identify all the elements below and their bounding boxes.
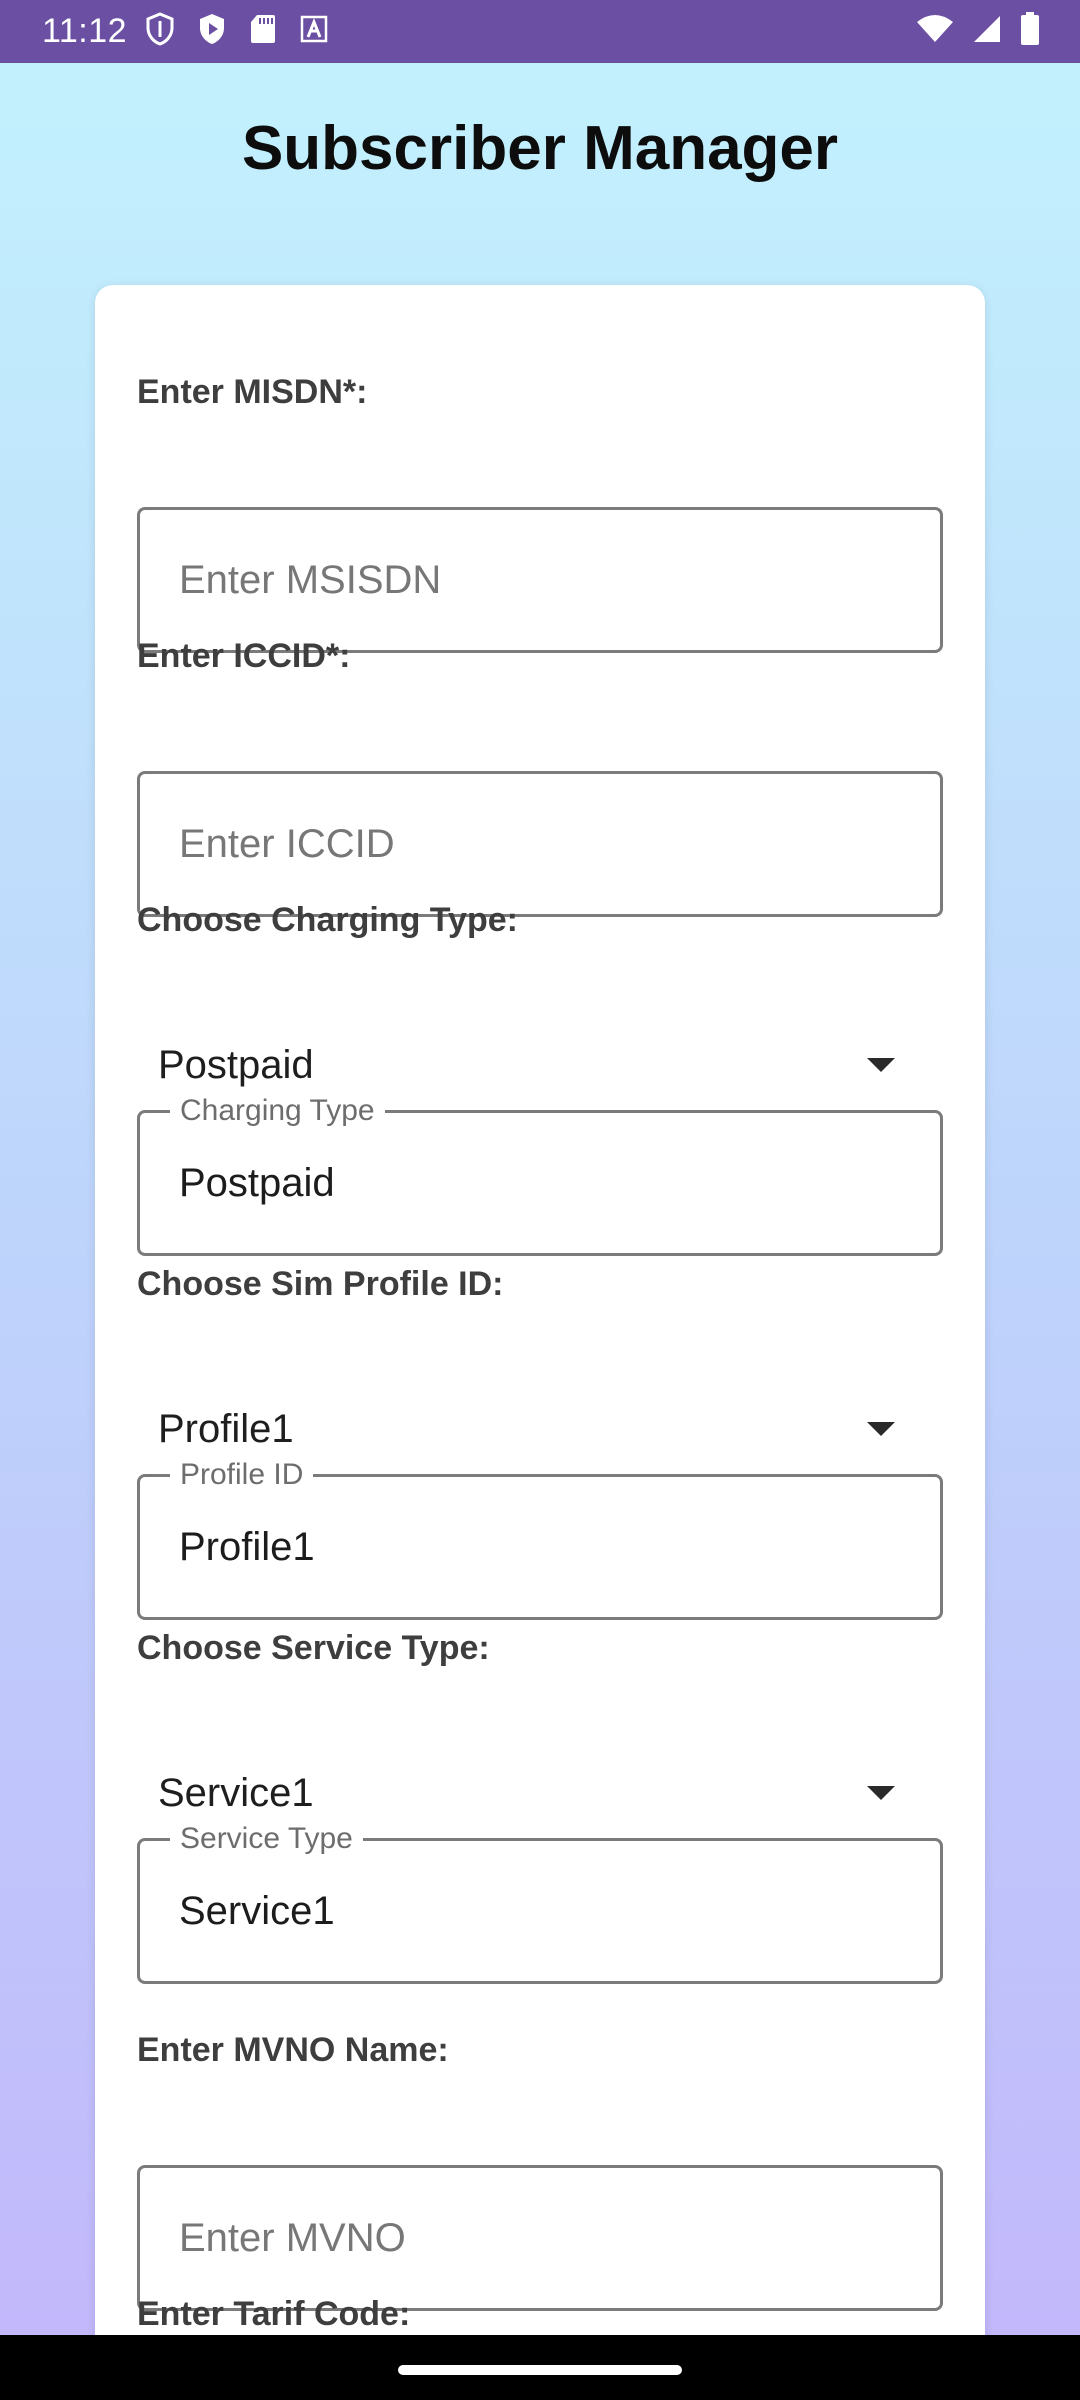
- system-icons: [916, 12, 1040, 51]
- battery-icon: [1020, 12, 1040, 51]
- status-time: 11:12: [42, 12, 128, 50]
- dropdown-arrow-icon: [867, 1058, 895, 1072]
- charging-type-label: Choose Charging Type:: [137, 901, 518, 939]
- navigation-bar: [0, 2335, 1080, 2400]
- font-a-icon: [299, 14, 329, 49]
- service-type-field-value: Service1: [179, 1888, 335, 1933]
- iccid-label: Enter ICCID*:: [137, 637, 351, 675]
- msisdn-label: Enter MISDN*:: [137, 373, 368, 411]
- subscriber-form-card: Enter MISDN*: Enter MSISDN Enter ICCID*:…: [95, 285, 985, 2335]
- msisdn-placeholder: Enter MSISDN: [179, 557, 442, 602]
- charging-type-selected: Postpaid: [158, 1042, 314, 1087]
- charging-type-field-value: Postpaid: [179, 1160, 335, 1205]
- mvno-input[interactable]: Enter MVNO: [137, 2165, 943, 2311]
- sd-card-icon: [249, 13, 277, 50]
- charging-type-field[interactable]: Charging Type Postpaid: [137, 1094, 943, 1256]
- dropdown-arrow-icon: [867, 1422, 895, 1436]
- wifi-icon: [916, 14, 954, 49]
- mvno-label: Enter MVNO Name:: [137, 2031, 449, 2069]
- service-type-field[interactable]: Service Type Service1: [137, 1822, 943, 1984]
- tarif-code-label: Enter Tarif Code:: [137, 2295, 411, 2333]
- page-title: Subscriber Manager: [241, 114, 839, 183]
- service-type-selected: Service1: [158, 1770, 314, 1815]
- profile-id-selected: Profile1: [158, 1406, 294, 1451]
- notification-icons: [145, 12, 329, 51]
- status-bar: 11:12: [0, 0, 1080, 63]
- profile-id-field-value: Profile1: [179, 1524, 315, 1569]
- status-left: 11:12: [42, 12, 329, 51]
- dropdown-arrow-icon: [867, 1786, 895, 1800]
- profile-id-field[interactable]: Profile ID Profile1: [137, 1458, 943, 1620]
- app-screen: Subscriber Manager Enter MISDN*: Enter M…: [0, 63, 1080, 2335]
- shield-icon: [145, 12, 175, 51]
- service-type-label: Choose Service Type:: [137, 1629, 490, 1667]
- mvno-placeholder: Enter MVNO: [179, 2215, 406, 2260]
- msisdn-input[interactable]: Enter MSISDN: [137, 507, 943, 653]
- play-icon: [197, 12, 227, 51]
- iccid-placeholder: Enter ICCID: [179, 821, 395, 866]
- iccid-input[interactable]: Enter ICCID: [137, 771, 943, 917]
- profile-id-label: Choose Sim Profile ID:: [137, 1265, 504, 1303]
- home-gesture-handle[interactable]: [398, 2365, 682, 2375]
- cellular-signal-icon: [972, 14, 1002, 49]
